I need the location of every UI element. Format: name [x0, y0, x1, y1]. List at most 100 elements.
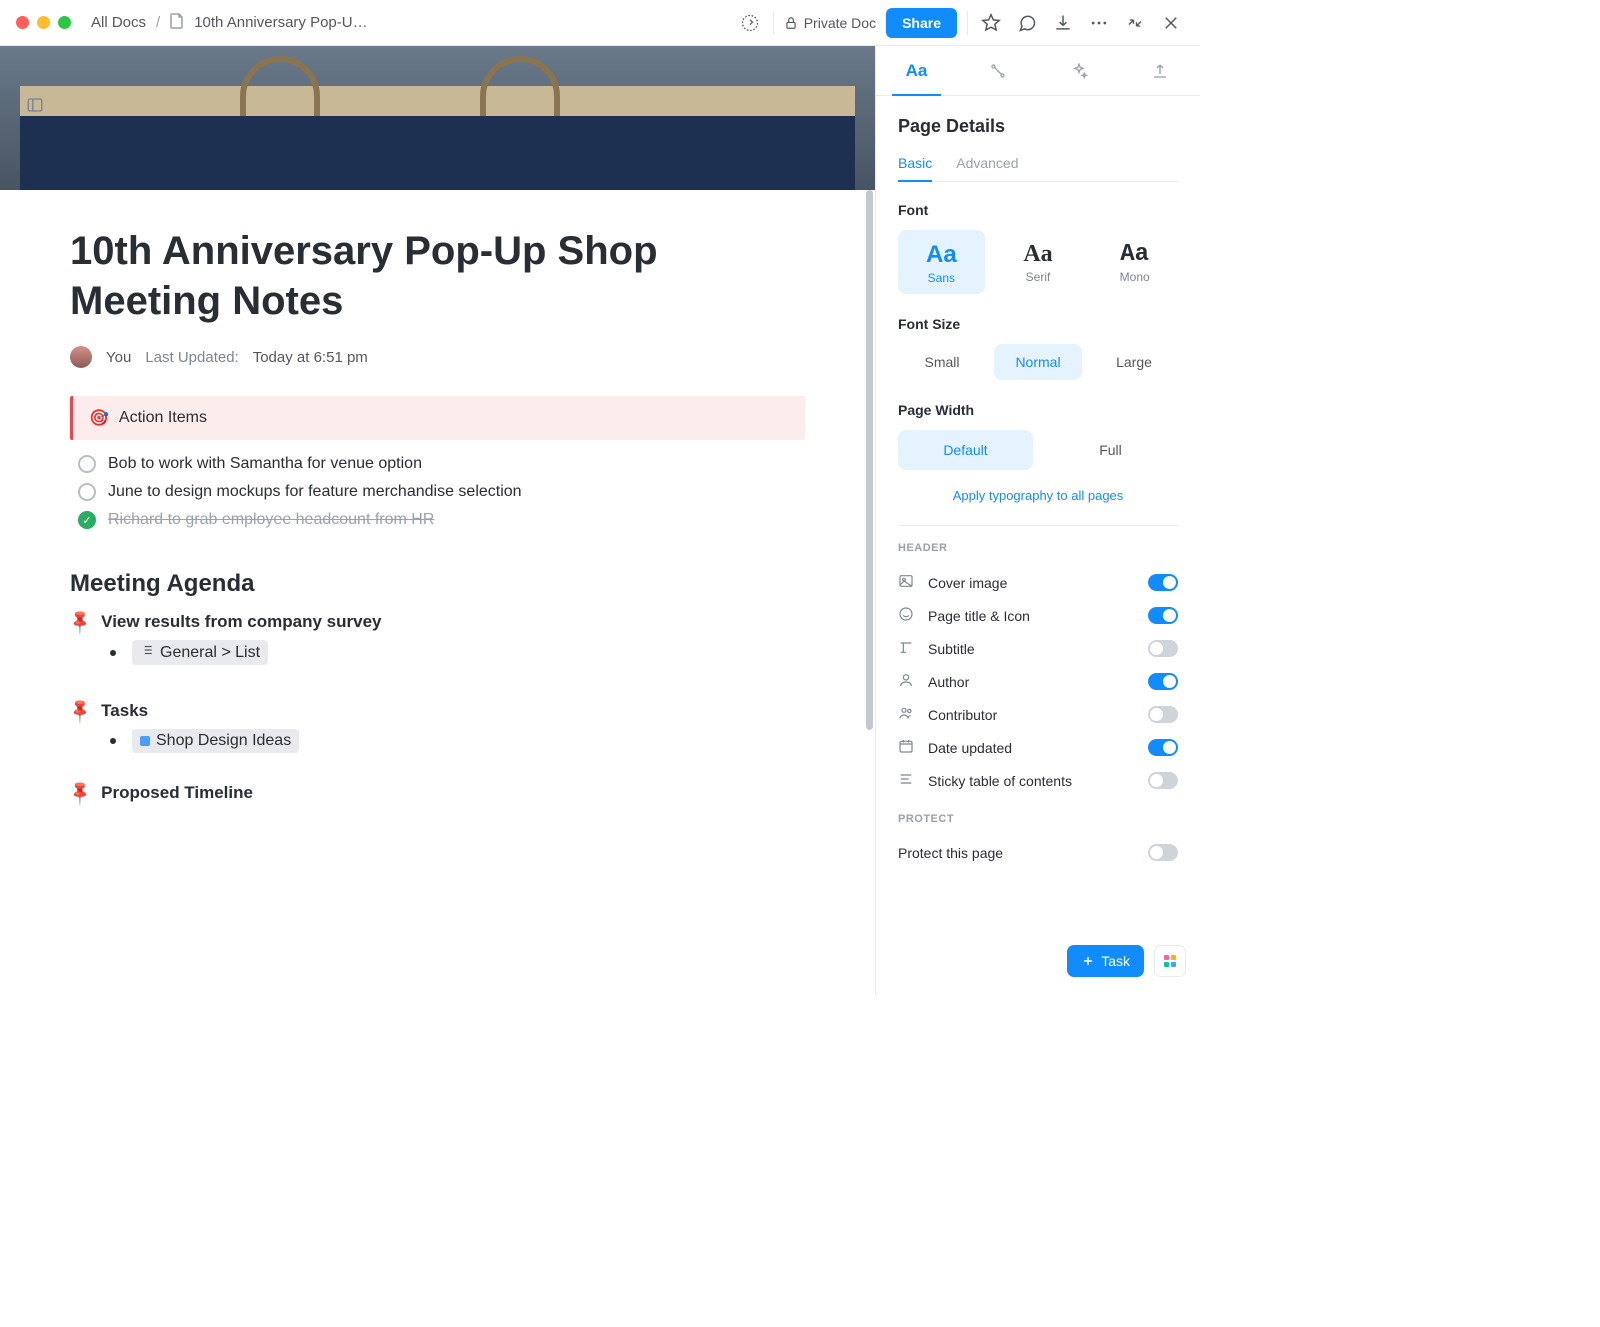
check-text: Bob to work with Samantha for venue opti… [108, 455, 422, 473]
font-serif[interactable]: Aa Serif [995, 230, 1082, 294]
apply-typography-link[interactable]: Apply typography to all pages [898, 488, 1178, 503]
switch-cover[interactable] [1148, 574, 1178, 591]
page-title[interactable]: 10th Anniversary Pop-Up Shop Meeting Not… [70, 226, 805, 326]
check-item[interactable]: Bob to work with Samantha for venue opti… [78, 450, 805, 478]
switch-author[interactable] [1148, 673, 1178, 690]
list-link-chip[interactable]: General > List [132, 640, 268, 665]
toc-icon [898, 771, 916, 790]
comments-icon[interactable] [1014, 10, 1040, 36]
check-text: June to design mockups for feature merch… [108, 483, 522, 501]
tab-relationships[interactable] [957, 46, 1038, 95]
checkbox-icon[interactable] [78, 483, 96, 501]
bullet-icon [110, 738, 116, 744]
breadcrumb-title[interactable]: 10th Anniversary Pop-U… [194, 14, 367, 31]
apps-icon [1164, 955, 1176, 967]
toggle-label: Cover image [928, 575, 1007, 591]
tab-export[interactable] [1119, 46, 1200, 95]
toggle-protect-page: Protect this page [898, 837, 1178, 868]
sub-tab-basic[interactable]: Basic [898, 155, 932, 181]
privacy-status[interactable]: Private Doc [784, 15, 876, 31]
collapse-icon[interactable] [1122, 10, 1148, 36]
person-icon [898, 672, 916, 691]
favorite-icon[interactable] [978, 10, 1004, 36]
people-icon [898, 705, 916, 724]
protect-caption: PROTECT [898, 813, 1178, 825]
calendar-icon [898, 738, 916, 757]
author-name: You [106, 349, 131, 366]
pin-icon: 📌 [66, 778, 95, 807]
agenda-item[interactable]: 📌 Proposed Timeline [70, 783, 805, 803]
task-status-icon [140, 736, 150, 746]
switch-protect[interactable] [1148, 844, 1178, 861]
scrollbar[interactable] [866, 190, 873, 730]
text-icon [898, 639, 916, 658]
agenda-item-label: Proposed Timeline [101, 783, 253, 803]
agenda-item[interactable]: 📌 Tasks [70, 701, 805, 721]
toggle-sidebar-icon[interactable] [26, 96, 44, 119]
sub-tab-advanced[interactable]: Advanced [956, 155, 1018, 181]
agenda-item[interactable]: 📌 View results from company survey [70, 612, 805, 632]
toggle-label: Date updated [928, 740, 1012, 756]
list-icon [140, 643, 154, 662]
checkbox-icon[interactable] [78, 455, 96, 473]
bullet-icon [110, 650, 116, 656]
switch-stickytoc[interactable] [1148, 772, 1178, 789]
apps-button[interactable] [1154, 945, 1186, 977]
minimize-window[interactable] [37, 16, 50, 29]
width-default[interactable]: Default [898, 430, 1033, 470]
task-button-label: Task [1101, 953, 1130, 969]
font-sans[interactable]: Aa Sans [898, 230, 985, 294]
switch-titleicon[interactable] [1148, 607, 1178, 624]
sidebar-title: Page Details [898, 116, 1178, 137]
callout-label: Action Items [119, 409, 207, 427]
toggle-cover-image: Cover image [898, 566, 1178, 599]
share-button[interactable]: Share [886, 8, 957, 38]
check-item[interactable]: ✓ Richard to grab employee headcount fro… [78, 506, 805, 534]
switch-dateupdated[interactable] [1148, 739, 1178, 756]
size-small[interactable]: Small [898, 344, 986, 380]
toggle-label: Page title & Icon [928, 608, 1030, 624]
toggle-subtitle: Subtitle [898, 632, 1178, 665]
toggle-sticky-toc: Sticky table of contents [898, 764, 1178, 797]
switch-contributor[interactable] [1148, 706, 1178, 723]
check-item[interactable]: June to design mockups for feature merch… [78, 478, 805, 506]
agenda-item-label: View results from company survey [101, 612, 381, 632]
width-full[interactable]: Full [1043, 430, 1178, 470]
privacy-label: Private Doc [804, 15, 876, 31]
header-caption: HEADER [898, 542, 1178, 554]
tab-typography[interactable]: Aa [876, 46, 957, 95]
tab-ai[interactable] [1038, 46, 1119, 95]
author-avatar[interactable] [70, 346, 92, 368]
doc-icon [170, 13, 184, 33]
switch-subtitle[interactable] [1148, 640, 1178, 657]
toggle-label: Author [928, 674, 969, 690]
breadcrumb-root[interactable]: All Docs [91, 14, 146, 31]
toggle-label: Contributor [928, 707, 997, 723]
font-label: Font [898, 202, 1178, 218]
task-link-chip[interactable]: Shop Design Ideas [132, 729, 299, 753]
toggle-author: Author [898, 665, 1178, 698]
size-large[interactable]: Large [1090, 344, 1178, 380]
checkbox-checked-icon[interactable]: ✓ [78, 511, 96, 529]
action-items-callout[interactable]: 🎯 Action Items [70, 396, 805, 440]
updated-time: Today at 6:51 pm [253, 349, 368, 366]
font-mono[interactable]: Aa Mono [1091, 230, 1178, 294]
emoji-icon [898, 606, 916, 625]
lock-icon [784, 16, 798, 30]
new-task-button[interactable]: Task [1067, 945, 1144, 977]
pin-icon: 📌 [66, 696, 95, 725]
window-controls[interactable] [16, 16, 71, 29]
toggle-date-updated: Date updated [898, 731, 1178, 764]
agenda-heading[interactable]: Meeting Agenda [70, 570, 805, 598]
close-icon[interactable] [1158, 10, 1184, 36]
toggle-contributor: Contributor [898, 698, 1178, 731]
activity-icon[interactable] [737, 10, 763, 36]
more-icon[interactable] [1086, 10, 1112, 36]
cover-image[interactable] [0, 46, 875, 190]
download-icon[interactable] [1050, 10, 1076, 36]
pagewidth-label: Page Width [898, 402, 1178, 418]
maximize-window[interactable] [58, 16, 71, 29]
close-window[interactable] [16, 16, 29, 29]
toggle-label: Subtitle [928, 641, 975, 657]
size-normal[interactable]: Normal [994, 344, 1082, 380]
